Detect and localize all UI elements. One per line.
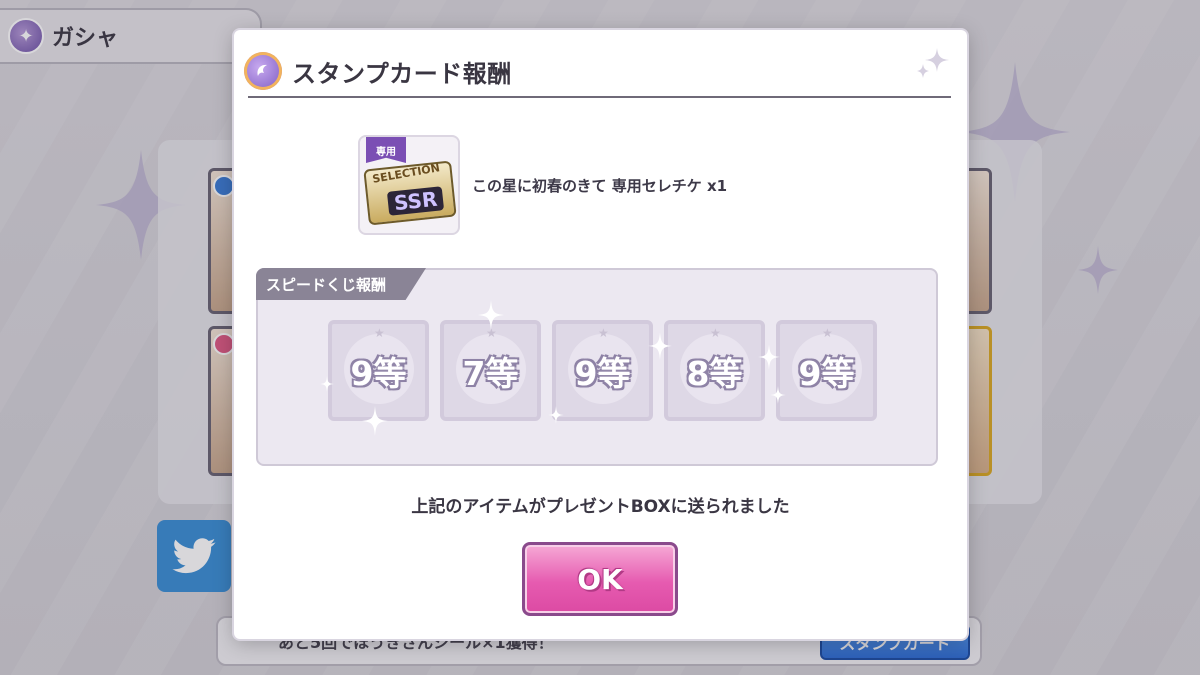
glitter-sparkle-icon bbox=[770, 386, 786, 404]
prize-rank: 9等 bbox=[574, 353, 631, 393]
reward-text: この星に初春のきて 専用セレチケ x1 bbox=[472, 176, 728, 195]
prize-list: ★ 9等 ★ 7等 ★ 9等 ★ 8等 ★ 9等 bbox=[328, 320, 877, 421]
star-icon: ★ bbox=[822, 326, 833, 340]
star-icon: ★ bbox=[710, 326, 721, 340]
speed-lottery-section: スピードくじ報酬 ★ 9等 ★ 7等 ★ 9等 ★ 8等 ★ 9等 bbox=[256, 268, 938, 466]
prize-rank: 8等 bbox=[686, 353, 743, 393]
prize-medal: ★ 9等 bbox=[552, 320, 653, 421]
prize-medal: ★ 9等 bbox=[776, 320, 877, 421]
dialog-logo-icon bbox=[244, 52, 282, 90]
glitter-sparkle-icon bbox=[648, 332, 672, 360]
star-icon: ★ bbox=[598, 326, 609, 340]
prize-rank: 9等 bbox=[798, 353, 855, 393]
selection-ticket-icon: 専用 SELECTION SSR bbox=[358, 135, 460, 235]
glitter-sparkle-icon bbox=[758, 344, 780, 370]
sparkle-icon bbox=[917, 48, 949, 78]
exclusive-tag: 専用 bbox=[366, 137, 406, 163]
prize-rank: 7等 bbox=[462, 353, 519, 393]
reward-item: 専用 SELECTION SSR この星に初春のきて 専用セレチケ x1 bbox=[358, 134, 727, 236]
glitter-sparkle-icon bbox=[548, 406, 564, 424]
speed-lottery-label: スピードくじ報酬 bbox=[256, 268, 426, 300]
prize-medal: ★ 8等 bbox=[664, 320, 765, 421]
glitter-sparkle-icon bbox=[362, 406, 388, 436]
header-divider bbox=[248, 96, 951, 98]
ok-button[interactable]: OK bbox=[522, 542, 678, 616]
glitter-sparkle-icon bbox=[478, 300, 504, 330]
prize-medal: ★ 7等 bbox=[440, 320, 541, 421]
dialog-title: スタンプカード報酬 bbox=[292, 59, 512, 88]
star-icon: ★ bbox=[374, 326, 385, 340]
dialog-header: スタンプカード報酬 bbox=[244, 44, 951, 98]
prize-rank: 9等 bbox=[350, 353, 407, 393]
stamp-reward-dialog: スタンプカード報酬 専用 SELECTION SSR この星に初春のきて 専用セ… bbox=[234, 30, 967, 639]
glitter-sparkle-icon bbox=[320, 376, 334, 392]
delivery-notice: 上記のアイテムがプレゼントBOXに送られました bbox=[411, 497, 790, 517]
